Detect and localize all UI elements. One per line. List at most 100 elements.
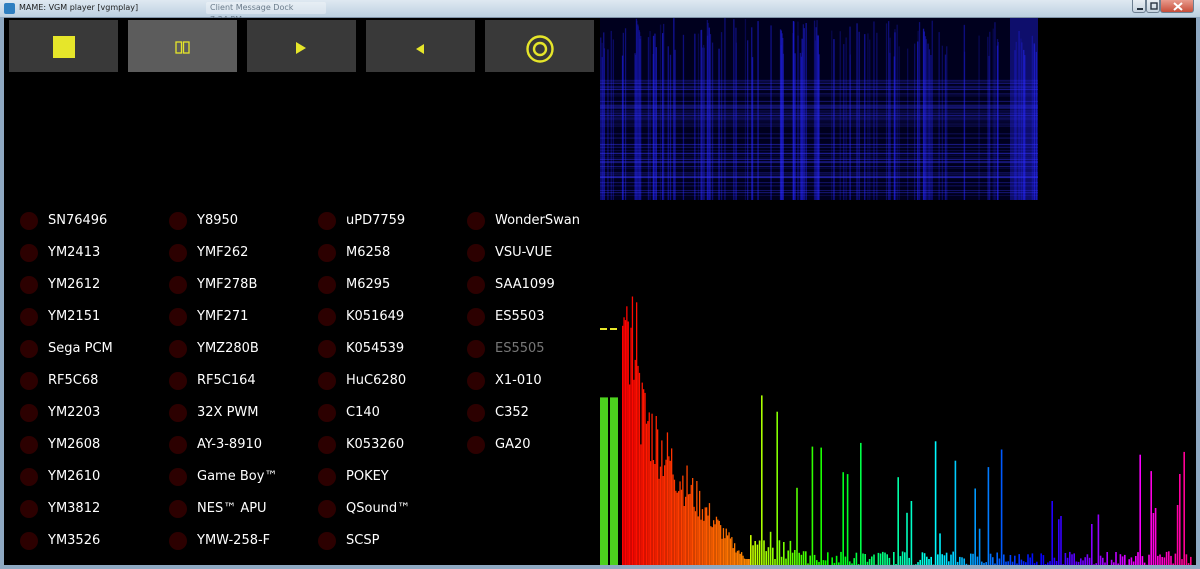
chip-scsp: SCSP xyxy=(310,530,450,550)
spectrogram-band xyxy=(600,123,1038,125)
spectrum-bin xyxy=(816,560,818,565)
spectrogram-band xyxy=(600,159,1038,160)
chip-nes-apu: NES™ APU xyxy=(161,498,301,518)
maximize-button[interactable] xyxy=(1146,0,1160,13)
pause-button[interactable] xyxy=(128,20,237,72)
play-button[interactable] xyxy=(247,20,356,72)
spectrum-bin xyxy=(1115,552,1117,565)
close-button[interactable] xyxy=(1160,0,1194,13)
chip-ga20: GA20 xyxy=(459,434,599,454)
chip-activity-led xyxy=(20,340,38,358)
spectrogram-column xyxy=(601,57,603,200)
spectrum-bin xyxy=(1003,554,1005,565)
spectrum-bin xyxy=(1152,513,1155,565)
chip-activity-led xyxy=(169,500,187,518)
spectrum-bin xyxy=(697,516,699,565)
spectrum-bin xyxy=(736,550,739,565)
spectrum-bin xyxy=(1128,559,1130,565)
spectrum-bin xyxy=(917,562,919,565)
spectrum-bin xyxy=(1110,559,1113,565)
chip-activity-led xyxy=(20,404,38,422)
spectrum-bin xyxy=(638,372,641,565)
window-titlebar[interactable]: MAME: VGM player [vgmplay] Client Messag… xyxy=(0,0,1200,24)
spectrum-bin xyxy=(1049,561,1051,565)
spectrum-bin xyxy=(728,532,730,565)
minimize-button[interactable] xyxy=(1132,0,1146,13)
spectrum-bin xyxy=(959,556,961,565)
spectrum-bin xyxy=(987,467,990,565)
spectrum-bin xyxy=(811,446,814,565)
spectrum-bin xyxy=(1073,553,1075,565)
spectrum-bin xyxy=(1091,524,1093,565)
spectrum-bin xyxy=(989,553,992,565)
chip-activity-led xyxy=(467,340,485,358)
spectrum-bin xyxy=(725,528,727,565)
spectrogram-column xyxy=(751,57,754,200)
right-level-meter xyxy=(610,397,618,565)
spectrum-bin xyxy=(783,542,785,565)
spectrogram-band xyxy=(600,100,1038,102)
spectrum-bin xyxy=(643,389,645,565)
spectrum-bin xyxy=(866,561,869,565)
spectrum-bin xyxy=(1181,559,1183,565)
spectrum-bin xyxy=(1095,563,1097,565)
spectrum-bin xyxy=(767,547,770,565)
chip-32x-pwm: 32X PWM xyxy=(161,402,301,422)
spectrum-bin xyxy=(1161,557,1163,565)
chip-activity-led xyxy=(467,372,485,390)
spectrum-bin xyxy=(1042,555,1045,565)
rewind-button[interactable] xyxy=(366,20,475,72)
spectrogram-band xyxy=(600,190,1038,191)
spectrum-bin xyxy=(1172,563,1174,565)
spectrum-bin xyxy=(794,550,796,565)
chip-label: SCSP xyxy=(346,533,380,548)
chip-activity-led xyxy=(20,244,38,262)
spectrum-bin xyxy=(1170,555,1172,565)
spectrum-bin xyxy=(650,461,652,565)
spectrogram-band xyxy=(600,177,1038,179)
spectrum-bin xyxy=(1014,555,1016,565)
spectrum-bin xyxy=(950,554,952,565)
chip-pokey: POKEY xyxy=(310,466,450,486)
spectrum-bin xyxy=(690,484,692,565)
spectrum-bin xyxy=(827,552,829,565)
chip-label: YMF271 xyxy=(197,309,249,324)
spectrum-bin xyxy=(1058,519,1060,565)
spectrum-bin xyxy=(693,506,695,565)
chip-activity-led xyxy=(318,372,336,390)
chip-activity-led xyxy=(20,372,38,390)
spectrogram-band xyxy=(600,167,1038,169)
spectrum-bin xyxy=(680,489,683,565)
spectrum-bin xyxy=(873,554,875,565)
chip-label: YMF262 xyxy=(197,245,249,260)
loop-button[interactable] xyxy=(485,20,594,72)
spectrum-bin xyxy=(778,540,781,565)
spectrum-bin xyxy=(1033,563,1036,565)
spectrum-bin xyxy=(915,564,917,565)
spectrum-bin xyxy=(1106,552,1108,565)
spectrum-bin xyxy=(1099,555,1102,565)
spectrum-bin xyxy=(941,554,943,565)
chip-ym2151: YM2151 xyxy=(12,306,152,326)
chip-label: GA20 xyxy=(495,437,531,452)
spectrum-bin xyxy=(731,537,733,565)
spectrum-bin xyxy=(696,481,698,565)
chip-label: ES5505 xyxy=(495,341,545,356)
spectrogram-band xyxy=(600,79,1038,81)
chip-m6295: M6295 xyxy=(310,274,450,294)
spectrum-bin xyxy=(1139,454,1141,565)
spectrogram-band xyxy=(600,173,1038,175)
spectrogram-band xyxy=(600,155,1038,157)
spectrum-bin xyxy=(1130,557,1133,565)
spectrum-bin xyxy=(871,556,873,565)
spectrum-bin xyxy=(910,501,913,565)
spectrum-bin xyxy=(633,379,635,565)
chip-activity-led xyxy=(318,436,336,454)
spectrum-bin xyxy=(1168,551,1170,565)
spectrum-bin xyxy=(707,515,709,565)
spectrum-bin xyxy=(1044,564,1047,565)
stop-button[interactable] xyxy=(9,20,118,72)
spectrogram-band xyxy=(600,122,1038,124)
spectrum-bin xyxy=(722,528,725,565)
chip-label: X1-010 xyxy=(495,373,542,388)
